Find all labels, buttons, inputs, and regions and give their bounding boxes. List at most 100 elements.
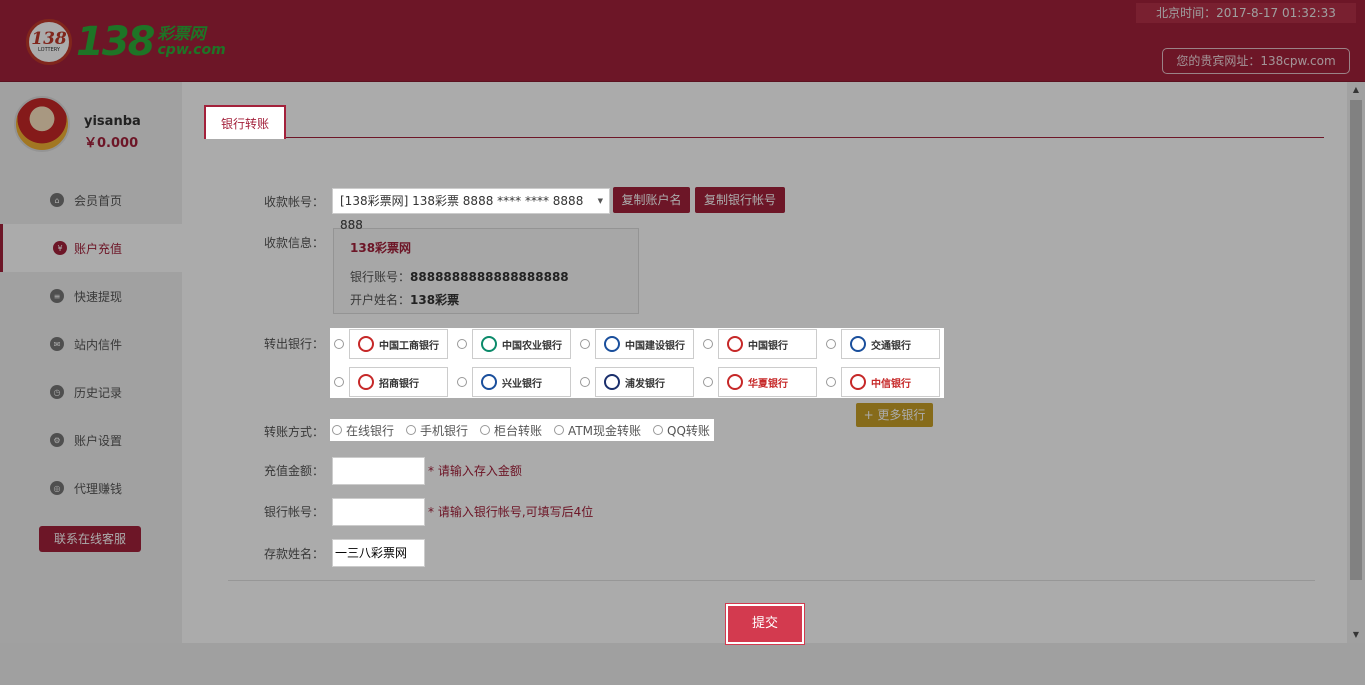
method-radio[interactable] bbox=[554, 425, 565, 435]
scroll-up-icon[interactable]: ▲ bbox=[1347, 82, 1365, 98]
bank-radio[interactable] bbox=[457, 377, 467, 387]
holder-label: 开户姓名： bbox=[350, 293, 411, 307]
method-radio[interactable] bbox=[332, 425, 342, 435]
copy-name-button[interactable]: 复制账户名 bbox=[613, 187, 690, 213]
spdb-icon bbox=[604, 374, 620, 390]
bank-name: 浦发银行 bbox=[625, 378, 665, 390]
method-online[interactable]: 在线银行 bbox=[332, 422, 394, 439]
method-qq[interactable]: QQ转账 bbox=[653, 422, 710, 439]
bocom-icon bbox=[850, 336, 866, 352]
deposit-icon: ¥ bbox=[53, 241, 67, 255]
sidebar-item-mail[interactable]: ✉ 站内信件 bbox=[0, 320, 182, 368]
user-panel: yisanba ￥0.000 bbox=[14, 96, 184, 156]
bank-name: 中国工商银行 bbox=[379, 340, 439, 352]
bank-name: 中国银行 bbox=[748, 340, 788, 352]
method-mobile[interactable]: 手机银行 bbox=[406, 422, 468, 439]
bank-logo[interactable]: 兴业银行 bbox=[472, 367, 571, 397]
bankno-input-highlight[interactable] bbox=[332, 498, 425, 526]
bank-option-cib[interactable]: 兴业银行 bbox=[453, 366, 576, 398]
top-header: 138 LOTTERY 138 彩票网 cpw.com 北京时间：2017-8-… bbox=[0, 0, 1365, 82]
bankno-hint: * 请输入银行帐号,可填写后4位 bbox=[428, 505, 594, 519]
sidebar-item-settings[interactable]: ⚙ 账户设置 bbox=[0, 416, 182, 464]
cib-icon bbox=[481, 374, 497, 390]
holder-row: 开户姓名：138彩票 bbox=[350, 291, 622, 308]
bank-option-ccb[interactable]: 中国建设银行 bbox=[576, 328, 699, 360]
copy-account-button[interactable]: 复制银行帐号 bbox=[695, 187, 785, 213]
sidebar-item-home[interactable]: ⌂ 会员首页 bbox=[0, 176, 182, 224]
sidebar-item-agent[interactable]: ◎ 代理赚钱 bbox=[0, 464, 182, 512]
beijing-time: 北京时间：2017-8-17 01:32:33 bbox=[1136, 3, 1356, 23]
sidebar-item-withdraw[interactable]: ≡ 快速提现 bbox=[0, 272, 182, 320]
bank-logo[interactable]: 中国建设银行 bbox=[595, 329, 694, 359]
bank-logo[interactable]: 华夏银行 bbox=[718, 367, 817, 397]
method-label-text: QQ转账 bbox=[667, 423, 710, 438]
amount-label: 充值金额： bbox=[264, 464, 325, 478]
tab-bank-transfer[interactable]: 银行转账 bbox=[204, 105, 286, 139]
icbc-icon bbox=[358, 336, 374, 352]
site-logo[interactable]: 138 LOTTERY 138 彩票网 cpw.com bbox=[26, 18, 226, 66]
scroll-down-icon[interactable]: ▼ bbox=[1347, 627, 1365, 643]
bank-option-cmb[interactable]: 招商银行 bbox=[330, 366, 453, 398]
method-counter[interactable]: 柜台转账 bbox=[480, 422, 542, 439]
bank-radio[interactable] bbox=[703, 377, 713, 387]
sidebar-item-label: 会员首页 bbox=[74, 193, 123, 208]
bank-option-boc[interactable]: 中国银行 bbox=[699, 328, 822, 360]
method-label-text: 柜台转账 bbox=[494, 423, 543, 438]
logo-badge: 138 LOTTERY bbox=[26, 19, 72, 65]
method-label: 转账方式： bbox=[264, 425, 325, 439]
bank-option-citic[interactable]: 中信银行 bbox=[822, 366, 945, 398]
amount-input-highlight[interactable] bbox=[332, 457, 425, 485]
citic-icon bbox=[850, 374, 866, 390]
bank-radio[interactable] bbox=[334, 377, 344, 387]
bank-option-hxb[interactable]: 华夏银行 bbox=[699, 366, 822, 398]
form-divider bbox=[228, 580, 1315, 581]
bank-radio[interactable] bbox=[334, 339, 344, 349]
logo-number: 138 bbox=[76, 19, 155, 65]
bank-logo[interactable]: 中国银行 bbox=[718, 329, 817, 359]
logo-text-cn: 彩票网 bbox=[157, 24, 206, 43]
bank-option-bocom[interactable]: 交通银行 bbox=[822, 328, 945, 360]
scroll-thumb[interactable] bbox=[1350, 100, 1362, 580]
sidebar-menu: ⌂ 会员首页 ¥ 账户充值 ≡ 快速提现 ✉ 站内信件 ◷ 历史记录 ⚙ 账户设置 ◎ 代理赚… bbox=[0, 176, 182, 512]
bank-radio[interactable] bbox=[580, 377, 590, 387]
bank-radio[interactable] bbox=[457, 339, 467, 349]
bank-logo[interactable]: 交通银行 bbox=[841, 329, 940, 359]
bankno-label: 银行帐号： bbox=[264, 505, 325, 519]
bank-radio[interactable] bbox=[703, 339, 713, 349]
footer-bar bbox=[0, 643, 1365, 685]
sidebar-item-label: 站内信件 bbox=[74, 337, 123, 352]
bank-logo[interactable]: 中国工商银行 bbox=[349, 329, 448, 359]
abc-icon bbox=[481, 336, 497, 352]
submit-button[interactable]: 提交 bbox=[725, 603, 805, 645]
method-label-text: 手机银行 bbox=[420, 423, 469, 438]
account-select-highlight[interactable]: [138彩票网] 138彩票 8888 **** **** 8888 888 ▼ bbox=[332, 188, 610, 232]
method-radio[interactable] bbox=[406, 425, 417, 435]
bank-logo[interactable]: 中国农业银行 bbox=[472, 329, 571, 359]
bank-radio[interactable] bbox=[826, 377, 836, 387]
vip-url-button[interactable]: 您的贵宾网址：138cpw.com bbox=[1162, 48, 1350, 74]
sidebar-item-history[interactable]: ◷ 历史记录 bbox=[0, 368, 182, 416]
bank-logo[interactable]: 中信银行 bbox=[841, 367, 940, 397]
method-atm[interactable]: ATM现金转账 bbox=[554, 422, 641, 439]
bank-name: 兴业银行 bbox=[502, 378, 542, 390]
cmb-icon bbox=[358, 374, 374, 390]
depositor-input-highlight[interactable]: 一三八彩票网 bbox=[332, 539, 425, 567]
method-radio[interactable] bbox=[653, 425, 664, 435]
bank-logo[interactable]: 招商银行 bbox=[349, 367, 448, 397]
sidebar-item-deposit[interactable]: ¥ 账户充值 bbox=[0, 224, 182, 272]
bank-option-spdb[interactable]: 浦发银行 bbox=[576, 366, 699, 398]
boc-icon bbox=[727, 336, 743, 352]
scrollbar[interactable]: ▲ ▼ bbox=[1347, 82, 1365, 643]
bank-radio[interactable] bbox=[580, 339, 590, 349]
bank-name: 中国建设银行 bbox=[625, 340, 685, 352]
bank-grid-highlight: 中国工商银行 中国农业银行 中国建设银行 中国银行 交通银行 招商银行 兴业银行… bbox=[330, 328, 944, 398]
bank-option-abc[interactable]: 中国农业银行 bbox=[453, 328, 576, 360]
bank-logo[interactable]: 浦发银行 bbox=[595, 367, 694, 397]
contact-support-button[interactable]: 联系在线客服 bbox=[39, 526, 141, 552]
settings-icon: ⚙ bbox=[50, 433, 64, 447]
method-radio[interactable] bbox=[480, 425, 491, 435]
bank-option-icbc[interactable]: 中国工商银行 bbox=[330, 328, 453, 360]
more-banks-button[interactable]: + 更多银行 bbox=[856, 403, 933, 427]
bank-radio[interactable] bbox=[826, 339, 836, 349]
logo-badge-sub: LOTTERY bbox=[38, 47, 60, 53]
